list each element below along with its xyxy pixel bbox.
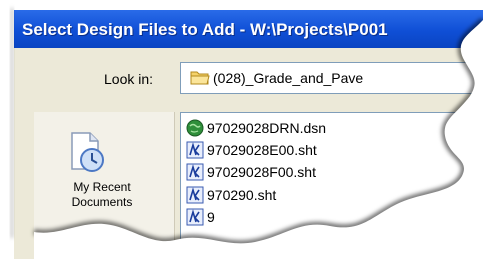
select-design-files-dialog: Select Design Files to Add - W:\Projects…	[0, 0, 483, 259]
torn-edge-overlay	[10, 8, 483, 259]
